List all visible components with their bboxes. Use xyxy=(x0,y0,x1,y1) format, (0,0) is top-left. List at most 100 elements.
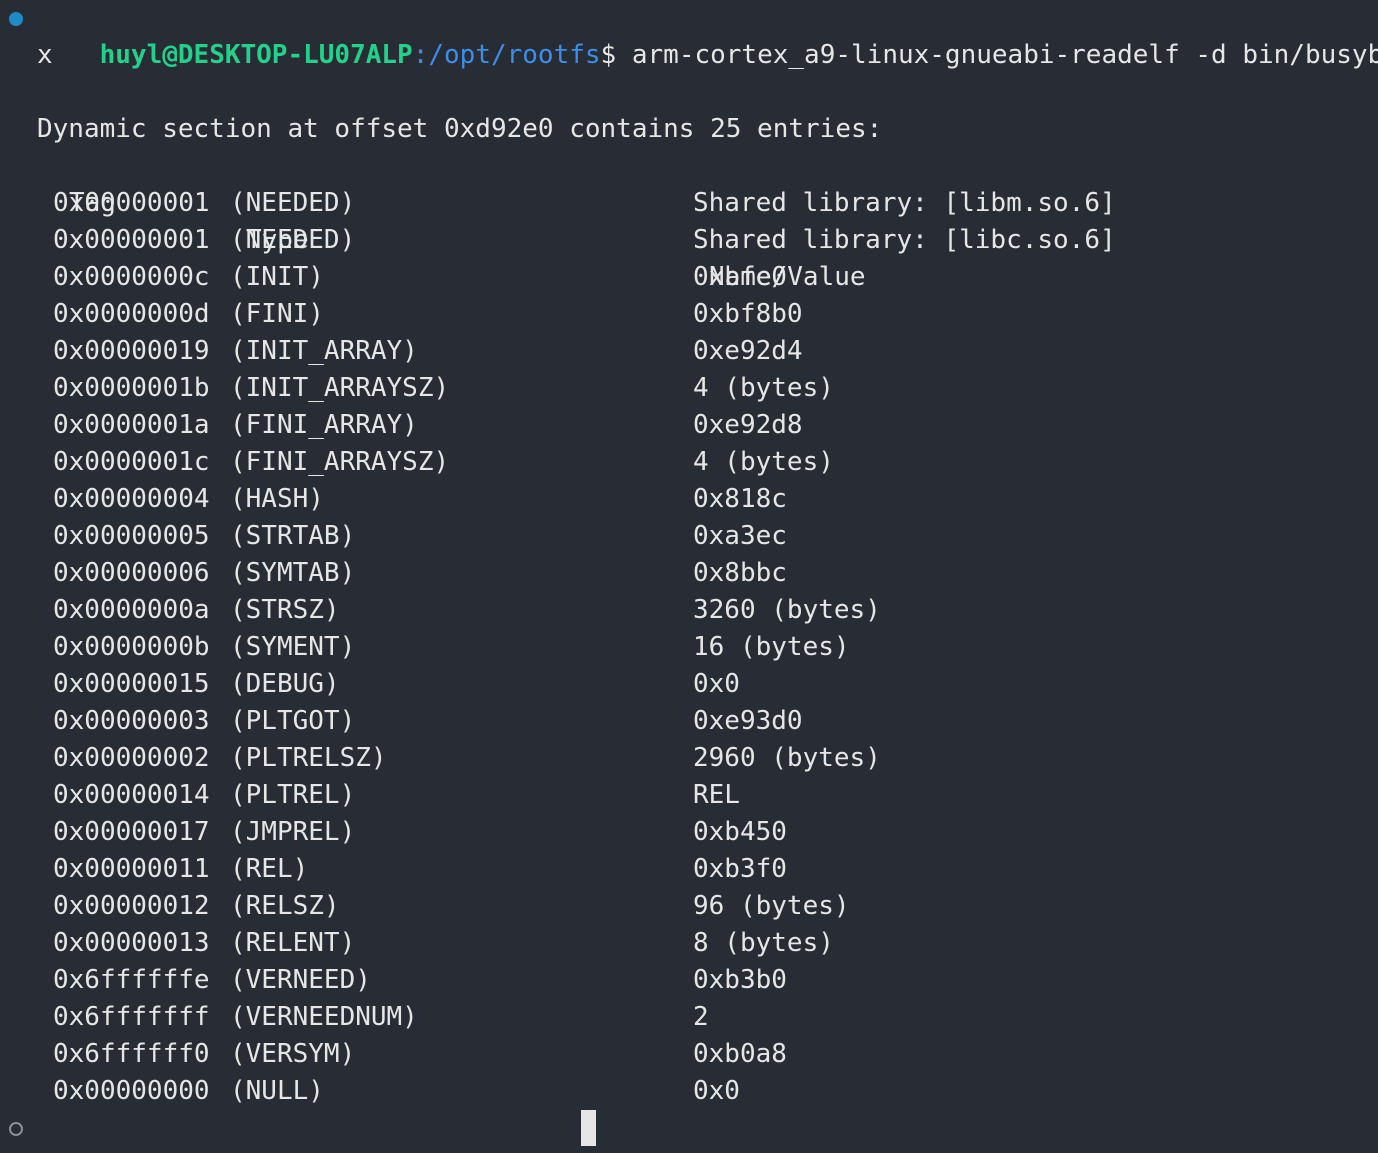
row-tag: 0x00000001 xyxy=(53,188,210,218)
row-type: (RELENT) xyxy=(230,928,356,958)
table-row: 0x00000001 (NEEDED) Shared library: [libm.… xyxy=(0,185,1378,222)
row-value: REL xyxy=(693,780,740,810)
table-row: 0x0000000b (SYMENT) 16 (bytes) xyxy=(0,629,1378,666)
row-tag: 0x0000001c xyxy=(53,447,210,477)
text-cursor xyxy=(581,1110,596,1146)
table-row: 0x00000012 (RELSZ) 96 (bytes) xyxy=(0,888,1378,925)
row-type: (SYMTAB) xyxy=(230,558,356,588)
row-tag: 0x00000019 xyxy=(53,336,210,366)
table-row: 0x00000002 (PLTRELSZ) 2960 (bytes) xyxy=(0,740,1378,777)
row-type: (DEBUG) xyxy=(230,669,340,699)
row-tag: 0x6ffffffe xyxy=(53,965,210,995)
row-value: 96 (bytes) xyxy=(693,891,850,921)
table-row: 0x0000000a (STRSZ) 3260 (bytes) xyxy=(0,592,1378,629)
row-tag: 0x0000000b xyxy=(53,632,210,662)
row-value: 16 (bytes) xyxy=(693,632,850,662)
row-tag: 0x6ffffff0 xyxy=(53,1039,210,1069)
row-type: (PLTREL) xyxy=(230,780,356,810)
row-type: (NEEDED) xyxy=(230,188,356,218)
row-type: (VERNEEDNUM) xyxy=(230,1002,418,1032)
row-type: (FINI_ARRAYSZ) xyxy=(230,447,450,477)
row-value: 0x818c xyxy=(693,484,787,514)
table-row: 0x00000014 (PLTREL) REL xyxy=(0,777,1378,814)
row-type: (VERSYM) xyxy=(230,1039,356,1069)
row-value: 2960 (bytes) xyxy=(693,743,881,773)
row-value: 0x8bbc xyxy=(693,558,787,588)
row-tag: 0x00000005 xyxy=(53,521,210,551)
row-value: 0xb450 xyxy=(693,817,787,847)
row-type: (JMPREL) xyxy=(230,817,356,847)
row-type: (RELSZ) xyxy=(230,891,340,921)
table-row: 0x00000004 (HASH) 0x818c xyxy=(0,481,1378,518)
active-prompt-line[interactable]: huyl@DESKTOP-LU07ALP:/opt/rootfs$ xyxy=(37,1110,617,1153)
row-type: (HASH) xyxy=(230,484,324,514)
table-row: 0x00000003 (PLTGOT) 0xe93d0 xyxy=(0,703,1378,740)
row-type: (PLTGOT) xyxy=(230,706,356,736)
command-status-icon[interactable] xyxy=(9,12,23,26)
row-type: (VERNEED) xyxy=(230,965,371,995)
row-tag: 0x00000001 xyxy=(53,225,210,255)
row-tag: 0x0000001a xyxy=(53,410,210,440)
row-type: (REL) xyxy=(230,854,309,884)
row-type: (SYMENT) xyxy=(230,632,356,662)
row-value: Shared library: [libm.so.6] xyxy=(693,188,1116,218)
row-value: 3260 (bytes) xyxy=(693,595,881,625)
row-tag: 0x00000015 xyxy=(53,669,210,699)
prompt-line: huyl@DESKTOP-LU07ALP:/opt/rootfs$ arm-co… xyxy=(37,0,1378,70)
row-tag: 0x0000001b xyxy=(53,373,210,403)
row-type: (INIT_ARRAY) xyxy=(230,336,418,366)
row-value: 0xa3ec xyxy=(693,521,787,551)
row-value: 0xb0a8 xyxy=(693,1039,787,1069)
row-tag: 0x00000006 xyxy=(53,558,210,588)
row-tag: 0x00000017 xyxy=(53,817,210,847)
prompt-path: :/opt/rootfs xyxy=(412,40,601,70)
row-tag: 0x0000000c xyxy=(53,262,210,292)
row-type: (FINI) xyxy=(230,299,324,329)
row-type: (STRTAB) xyxy=(230,521,356,551)
row-type: (INIT_ARRAYSZ) xyxy=(230,373,450,403)
row-value: 4 (bytes) xyxy=(693,373,834,403)
table-row: 0x0000001b (INIT_ARRAYSZ) 4 (bytes) xyxy=(0,370,1378,407)
table-row: 0x00000015 (DEBUG) 0x0 xyxy=(0,666,1378,703)
table-row: 0x6ffffff0 (VERSYM) 0xb0a8 xyxy=(0,1036,1378,1073)
row-tag: 0x00000014 xyxy=(53,780,210,810)
table-row: 0x00000019 (INIT_ARRAY) 0xe92d4 xyxy=(0,333,1378,370)
row-value: 8 (bytes) xyxy=(693,928,834,958)
column-headers: Tag Type Name/Value xyxy=(0,148,1378,292)
row-value: 0xe92d8 xyxy=(693,410,803,440)
row-value: 0x0 xyxy=(693,669,740,699)
row-tag: 0x00000003 xyxy=(53,706,210,736)
row-tag: 0x00000012 xyxy=(53,891,210,921)
table-row: 0x00000001 (NEEDED) Shared library: [libc.… xyxy=(0,222,1378,259)
row-type: (NULL) xyxy=(230,1076,324,1106)
output-header: Dynamic section at offset 0xd92e0 contai… xyxy=(37,114,883,144)
row-value: 0xb3b0 xyxy=(693,965,787,995)
prompt-status-icon[interactable] xyxy=(9,1122,23,1136)
table-row: 0x00000017 (JMPREL) 0xb450 xyxy=(0,814,1378,851)
row-tag: 0x00000000 xyxy=(53,1076,210,1106)
row-tag: 0x6fffffff xyxy=(53,1002,210,1032)
row-value: 0xbf8b0 xyxy=(693,299,803,329)
row-tag: 0x00000011 xyxy=(53,854,210,884)
row-tag: 0x00000002 xyxy=(53,743,210,773)
row-tag: 0x00000004 xyxy=(53,484,210,514)
table-row: 0x0000001c (FINI_ARRAYSZ) 4 (bytes) xyxy=(0,444,1378,481)
row-tag: 0x0000000a xyxy=(53,595,210,625)
row-value: 4 (bytes) xyxy=(693,447,834,477)
terminal-window[interactable]: huyl@DESKTOP-LU07ALP:/opt/rootfs$ arm-co… xyxy=(0,0,1378,1153)
table-row: 0x0000000d (FINI) 0xbf8b0 xyxy=(0,296,1378,333)
row-type: (INIT) xyxy=(230,262,324,292)
table-row: 0x6fffffff (VERNEEDNUM) 2 xyxy=(0,999,1378,1036)
row-type: (PLTRELSZ) xyxy=(230,743,387,773)
row-tag: 0x0000000d xyxy=(53,299,210,329)
row-tag: 0x00000013 xyxy=(53,928,210,958)
table-row: 0x00000005 (STRTAB) 0xa3ec xyxy=(0,518,1378,555)
row-type: (FINI_ARRAY) xyxy=(230,410,418,440)
table-row: 0x0000000c (INIT) 0xbfe0 xyxy=(0,259,1378,296)
row-type: (NEEDED) xyxy=(230,225,356,255)
row-value: 0x0 xyxy=(693,1076,740,1106)
table-row: 0x00000006 (SYMTAB) 0x8bbc xyxy=(0,555,1378,592)
row-value: 2 xyxy=(693,1002,709,1032)
row-value: 0xb3f0 xyxy=(693,854,787,884)
table-row: 0x00000000 (NULL) 0x0 xyxy=(0,1073,1378,1110)
